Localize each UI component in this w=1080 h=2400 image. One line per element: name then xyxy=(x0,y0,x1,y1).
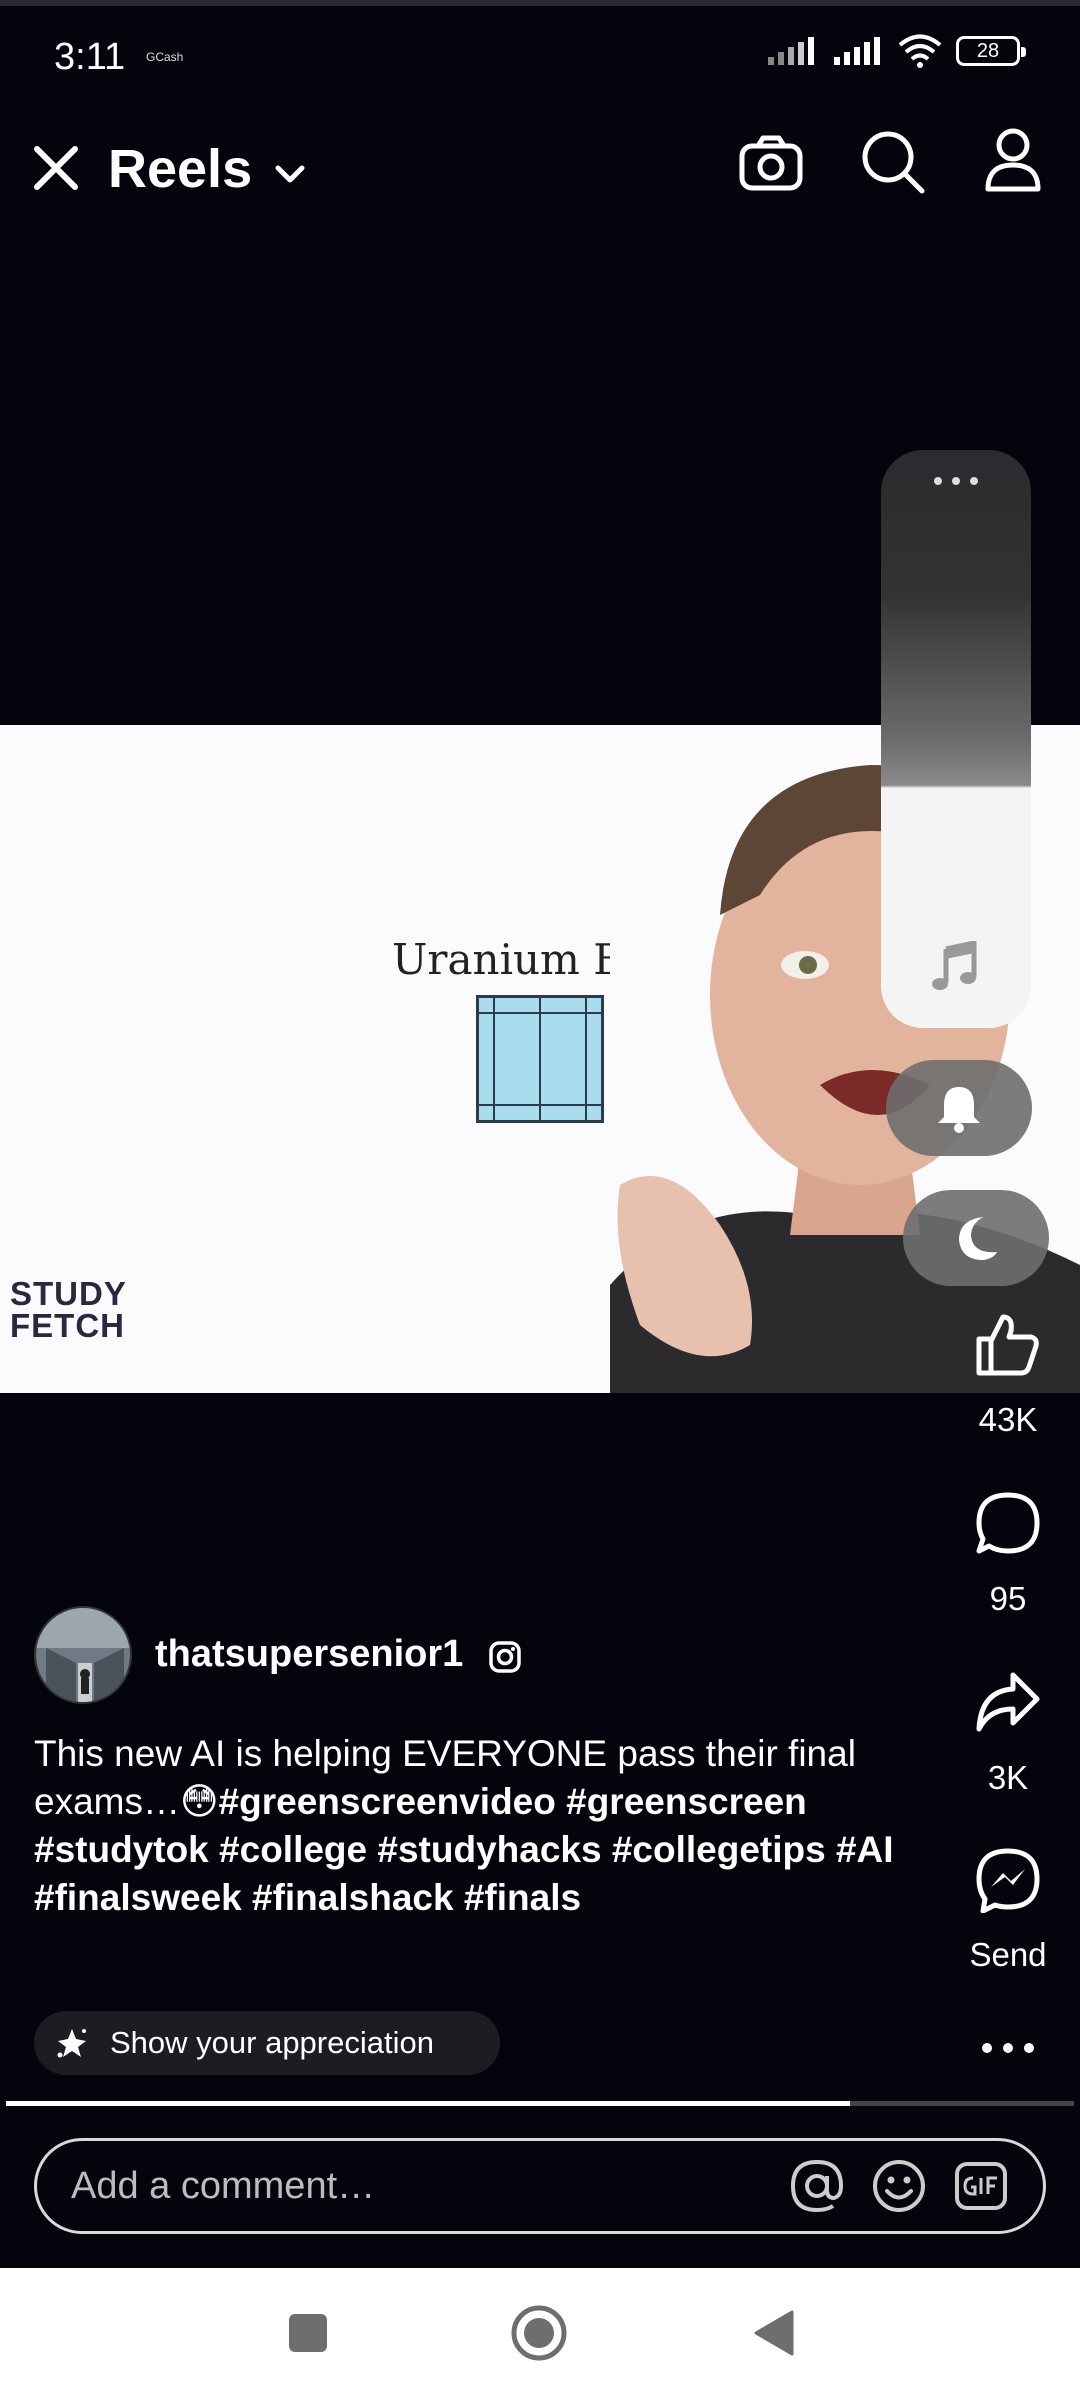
mention-icon[interactable] xyxy=(789,2158,845,2214)
status-time: 3:11 xyxy=(54,36,126,78)
search-icon xyxy=(862,131,925,194)
more-options-button[interactable] xyxy=(968,2030,1048,2066)
music-button[interactable] xyxy=(926,938,986,994)
square-icon xyxy=(289,2314,327,2352)
like-count: 43K xyxy=(978,1401,1038,1438)
appreciation-button[interactable]: Show your appreciation xyxy=(34,2011,500,2075)
video-progress-fill xyxy=(6,2101,850,2106)
comment-input-bar[interactable]: Add a comment… xyxy=(34,2138,1046,2234)
avatar[interactable] xyxy=(34,1606,132,1704)
wifi-icon xyxy=(898,34,942,68)
video-brand-watermark: STUDY FETCH xyxy=(10,1275,127,1344)
camera-icon xyxy=(739,135,803,191)
share-button[interactable] xyxy=(968,1666,1048,1738)
bell-icon xyxy=(938,1087,980,1133)
recents-button[interactable] xyxy=(280,2305,336,2361)
instagram-icon xyxy=(488,1640,522,1674)
send-label: Send xyxy=(969,1936,1047,1973)
gif-icon[interactable] xyxy=(953,2158,1009,2214)
share-icon xyxy=(976,1672,1040,1732)
share-count: 3K xyxy=(987,1759,1029,1796)
emoji-icon[interactable] xyxy=(871,2158,927,2214)
profile-icon xyxy=(985,128,1041,192)
comment-button[interactable] xyxy=(968,1488,1048,1560)
camera-button[interactable] xyxy=(736,128,806,198)
reels-dropdown-button[interactable] xyxy=(270,154,310,194)
profile-button[interactable] xyxy=(978,124,1048,196)
comment-input[interactable]: Add a comment… xyxy=(71,2165,789,2208)
more-horizontal-icon xyxy=(982,2043,1034,2053)
dark-mode-toggle[interactable] xyxy=(903,1190,1049,1286)
back-triangle-icon xyxy=(754,2310,794,2356)
comment-count: 95 xyxy=(989,1580,1027,1617)
moon-icon xyxy=(959,1217,997,1260)
chevron-down-icon xyxy=(275,165,305,183)
status-icons: 28 xyxy=(766,34,1026,68)
appreciation-label: Show your appreciation xyxy=(110,2025,434,2060)
back-button[interactable] xyxy=(746,2305,802,2361)
search-button[interactable] xyxy=(857,126,929,198)
battery-indicator: 28 xyxy=(956,36,1026,66)
page-title[interactable]: Reels xyxy=(108,138,252,200)
status-carrier: GCash xyxy=(146,50,184,64)
notification-toggle[interactable] xyxy=(886,1060,1032,1156)
close-icon xyxy=(34,146,78,190)
signal-icon xyxy=(768,37,814,65)
send-button[interactable] xyxy=(968,1844,1048,1916)
post-caption[interactable]: This new AI is helping EVERYONE pass the… xyxy=(34,1730,894,1922)
signal-icon xyxy=(834,37,880,65)
video-diagram-square xyxy=(476,995,604,1123)
more-horizontal-icon xyxy=(934,477,978,485)
panel-more-button[interactable] xyxy=(881,474,1031,493)
music-note-icon xyxy=(932,941,977,990)
messenger-icon xyxy=(976,1848,1040,1913)
username[interactable]: thatsupersenior1 xyxy=(155,1633,463,1676)
like-button[interactable] xyxy=(968,1308,1048,1380)
home-circle-icon xyxy=(511,2305,567,2361)
thumbs-up-icon xyxy=(976,1314,1039,1376)
home-button[interactable] xyxy=(508,2302,570,2364)
close-button[interactable] xyxy=(28,140,84,196)
sparkle-gift-icon xyxy=(57,2029,86,2058)
comment-icon xyxy=(976,1492,1040,1554)
